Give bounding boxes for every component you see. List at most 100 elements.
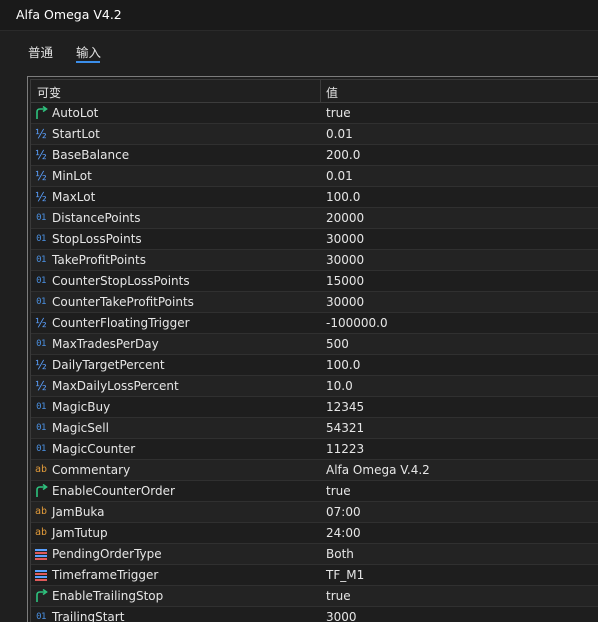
row-value[interactable]: 54321 (326, 421, 364, 435)
table-row[interactable]: 01 CounterTakeProfitPoints 30000 (31, 292, 598, 313)
tab-bar: 普通 输入 (0, 31, 598, 71)
row-value[interactable]: 07:00 (326, 505, 361, 519)
row-value[interactable]: 500 (326, 337, 349, 351)
row-name: MaxLot (52, 190, 96, 204)
row-name: MagicBuy (52, 400, 111, 414)
row-value[interactable]: 0.01 (326, 127, 353, 141)
int-icon: 01 (36, 233, 46, 244)
row-name: MaxDailyLossPercent (52, 379, 179, 393)
row-value[interactable]: TF_M1 (326, 568, 364, 582)
table-row[interactable]: 01 MaxTradesPerDay 500 (31, 334, 598, 355)
row-name: StopLossPoints (52, 232, 142, 246)
string-icon: ab (34, 464, 48, 475)
table-row[interactable]: 01 StopLossPoints 30000 (31, 229, 598, 250)
table-row[interactable]: ½ DailyTargetPercent 100.0 (31, 355, 598, 376)
row-value[interactable]: 200.0 (326, 148, 360, 162)
double-icon: ½ (35, 127, 47, 141)
row-name: MaxTradesPerDay (52, 337, 159, 351)
table-row[interactable]: ab JamBuka 07:00 (31, 502, 598, 523)
row-value[interactable]: -100000.0 (326, 316, 388, 330)
string-icon: ab (34, 506, 48, 517)
table-row[interactable]: 01 MagicBuy 12345 (31, 397, 598, 418)
table-row[interactable]: 01 DistancePoints 20000 (31, 208, 598, 229)
int-icon: 01 (36, 443, 46, 454)
int-icon: 01 (36, 212, 46, 223)
row-value[interactable]: 15000 (326, 274, 364, 288)
row-name: AutoLot (52, 106, 99, 120)
row-value[interactable]: 30000 (326, 232, 364, 246)
row-name: EnableTrailingStop (52, 589, 164, 603)
row-name: TimeframeTrigger (52, 568, 159, 582)
tab-inputs[interactable]: 输入 (76, 42, 101, 61)
row-value[interactable]: 11223 (326, 442, 364, 456)
table-row[interactable]: ½ MaxLot 100.0 (31, 187, 598, 208)
double-icon: ½ (35, 379, 47, 393)
column-header-value[interactable]: 值 (326, 84, 338, 101)
table-row[interactable]: 01 CounterStopLossPoints 15000 (31, 271, 598, 292)
row-name: MagicCounter (52, 442, 136, 456)
int-icon: 01 (36, 611, 46, 622)
table-row[interactable]: ½ MaxDailyLossPercent 10.0 (31, 376, 598, 397)
row-value[interactable]: 100.0 (326, 358, 360, 372)
table-row[interactable]: ½ CounterFloatingTrigger -100000.0 (31, 313, 598, 334)
row-name: TrailingStart (52, 610, 125, 622)
row-name: JamTutup (52, 526, 108, 540)
row-name: PendingOrderType (52, 547, 162, 561)
enum-icon (34, 567, 48, 583)
column-header-variable[interactable]: 可变 (37, 84, 61, 101)
row-name: MagicSell (52, 421, 109, 435)
double-icon: ½ (35, 169, 47, 183)
row-value[interactable]: 30000 (326, 295, 364, 309)
table-row[interactable]: PendingOrderType Both (31, 544, 598, 565)
inputs-grid[interactable]: 可变 值 AutoLot true ½ StartLot 0.01 ½ BaseBalanc… (27, 76, 598, 622)
tab-common[interactable]: 普通 (28, 42, 53, 61)
row-name: CounterTakeProfitPoints (52, 295, 194, 309)
table-row[interactable]: EnableCounterOrder true (31, 481, 598, 502)
string-icon: ab (34, 527, 48, 538)
active-tab-indicator (76, 61, 100, 63)
grid-header: 可变 值 (31, 80, 598, 103)
window-title: Alfa Omega V4.2 (16, 7, 122, 22)
table-row[interactable]: ½ BaseBalance 200.0 (31, 145, 598, 166)
int-icon: 01 (36, 338, 46, 349)
table-row[interactable]: ½ MinLot 0.01 (31, 166, 598, 187)
row-value[interactable]: 100.0 (326, 190, 360, 204)
table-row[interactable]: 01 MagicCounter 11223 (31, 439, 598, 460)
row-value[interactable]: 12345 (326, 400, 364, 414)
table-row[interactable]: 01 TrailingStart 3000 (31, 607, 598, 622)
table-row[interactable]: ½ StartLot 0.01 (31, 124, 598, 145)
row-value[interactable]: 3000 (326, 610, 357, 622)
int-icon: 01 (36, 401, 46, 412)
row-name: EnableCounterOrder (52, 484, 175, 498)
table-row[interactable]: TimeframeTrigger TF_M1 (31, 565, 598, 586)
row-name: TakeProfitPoints (52, 253, 146, 267)
row-value[interactable]: Both (326, 547, 354, 561)
enum-icon (34, 546, 48, 562)
row-value[interactable]: 24:00 (326, 526, 361, 540)
row-value[interactable]: Alfa Omega V.4.2 (326, 463, 430, 477)
title-bar[interactable]: Alfa Omega V4.2 (0, 0, 598, 31)
int-icon: 01 (36, 275, 46, 286)
table-row[interactable]: AutoLot true (31, 103, 598, 124)
row-name: StartLot (52, 127, 100, 141)
row-value[interactable]: true (326, 589, 351, 603)
double-icon: ½ (35, 148, 47, 162)
table-row[interactable]: ab Commentary Alfa Omega V.4.2 (31, 460, 598, 481)
table-row[interactable]: 01 TakeProfitPoints 30000 (31, 250, 598, 271)
row-value[interactable]: 10.0 (326, 379, 353, 393)
bool-arrow-icon (34, 105, 48, 121)
table-row[interactable]: ab JamTutup 24:00 (31, 523, 598, 544)
int-icon: 01 (36, 254, 46, 265)
int-icon: 01 (36, 296, 46, 307)
row-value[interactable]: 20000 (326, 211, 364, 225)
row-name: JamBuka (52, 505, 105, 519)
row-name: CounterFloatingTrigger (52, 316, 190, 330)
row-value[interactable]: true (326, 484, 351, 498)
row-value[interactable]: true (326, 106, 351, 120)
double-icon: ½ (35, 190, 47, 204)
row-value[interactable]: 30000 (326, 253, 364, 267)
table-row[interactable]: 01 MagicSell 54321 (31, 418, 598, 439)
row-value[interactable]: 0.01 (326, 169, 353, 183)
row-name: DailyTargetPercent (52, 358, 165, 372)
table-row[interactable]: EnableTrailingStop true (31, 586, 598, 607)
